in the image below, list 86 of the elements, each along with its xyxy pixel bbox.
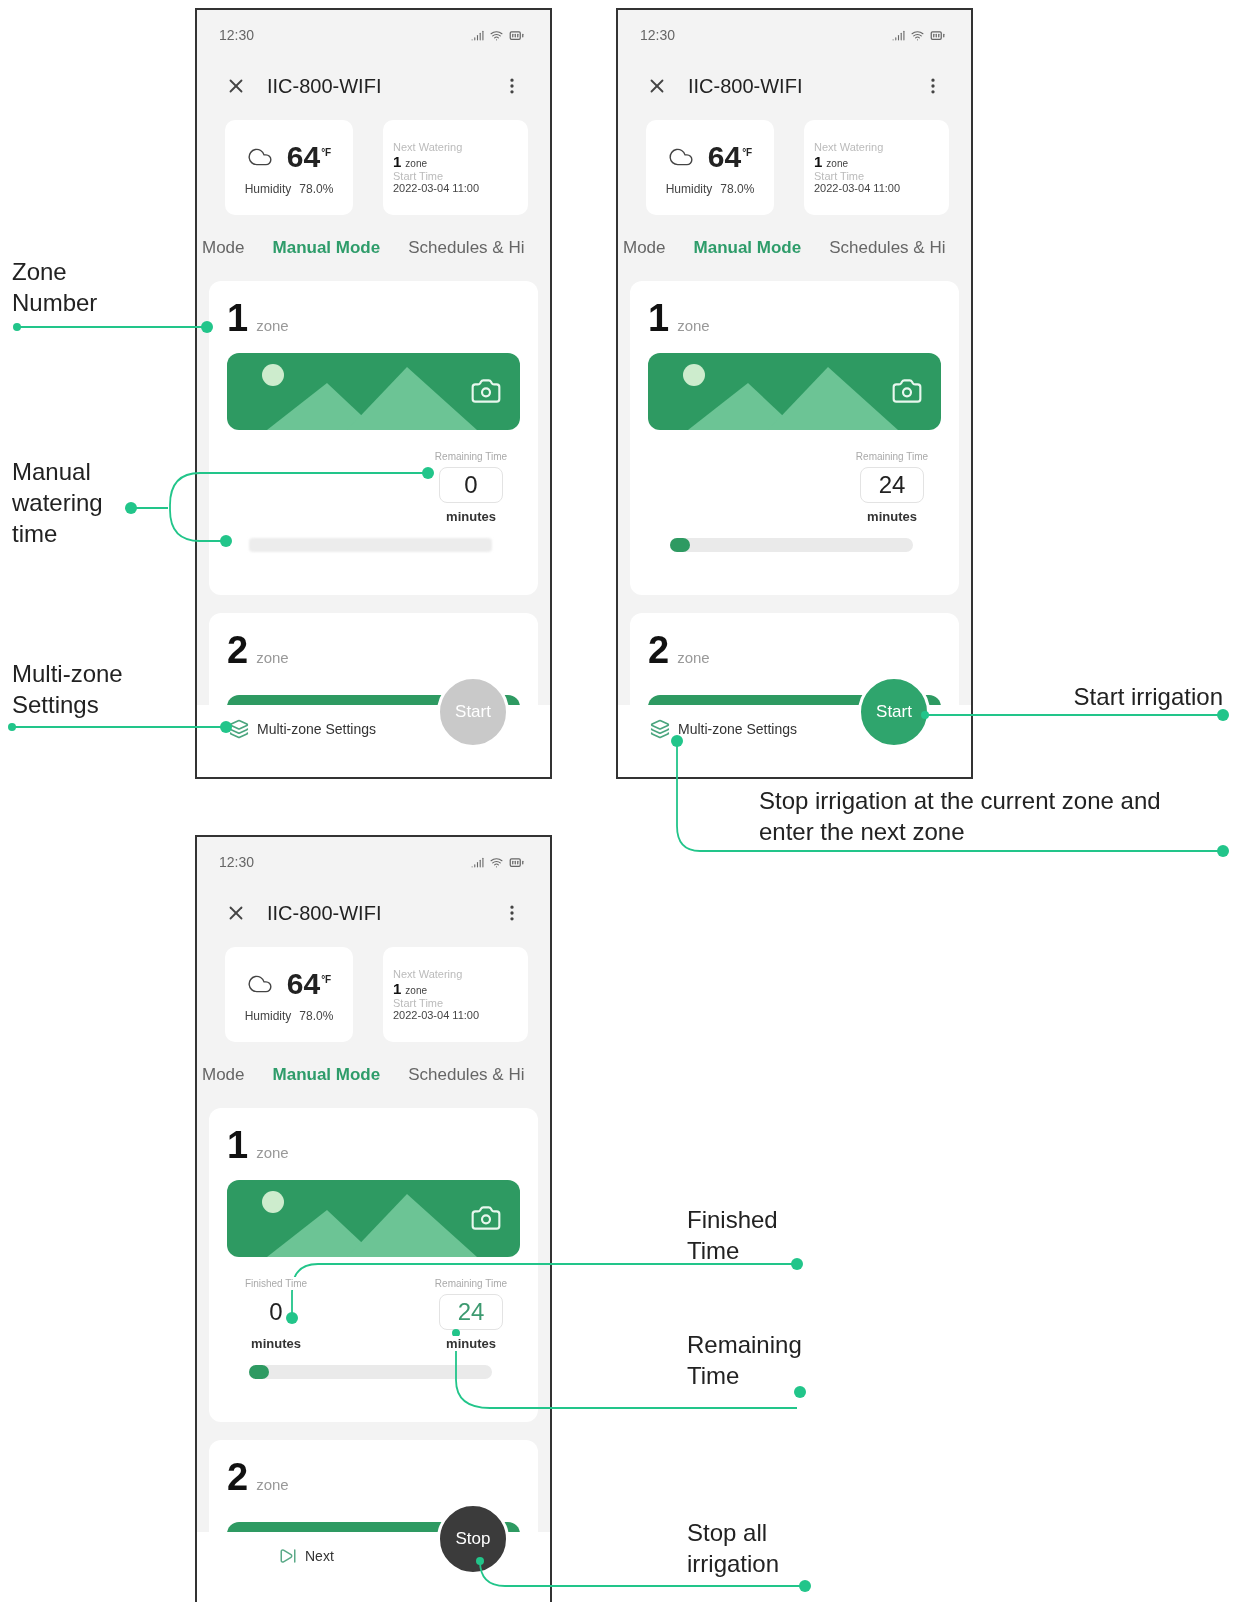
- callout-label: Finished Time: [687, 1205, 779, 1266]
- mode-tab[interactable]: Mode: [623, 238, 666, 258]
- start-time: 2022-03-04 11:00: [393, 182, 481, 194]
- humidity-value: 78.0%: [299, 181, 334, 196]
- minutes-unit: minutes: [444, 1336, 498, 1351]
- signal-icon: [471, 855, 484, 869]
- signal-icon: [892, 28, 905, 42]
- zone-number: 2: [227, 629, 249, 672]
- zone-label: zone: [677, 649, 710, 666]
- slider-fill[interactable]: [249, 1365, 269, 1379]
- stat-label: Remaining Time: [853, 450, 931, 463]
- wifi-icon: [490, 28, 503, 42]
- minutes-value: 24: [860, 467, 924, 503]
- status-time: 12:30: [640, 27, 676, 43]
- zone-label: zone: [256, 317, 289, 334]
- start-time-label: Start Time: [814, 170, 866, 182]
- zone-number: 2: [227, 1456, 249, 1499]
- mode-tab[interactable]: Schedules & Hi: [408, 1065, 525, 1085]
- start-time: 2022-03-04 11:00: [393, 1009, 481, 1021]
- device-title: IIC-800-WIFI: [688, 74, 804, 98]
- mode-tab[interactable]: Schedules & Hi: [408, 238, 525, 258]
- wifi-icon: [490, 855, 503, 869]
- humidity-label: Humidity: [244, 1008, 292, 1023]
- humidity-label: Humidity: [244, 181, 292, 196]
- mode-tab[interactable]: Manual Mode: [272, 1065, 381, 1085]
- slider-track[interactable]: [249, 1365, 492, 1379]
- zone-number: 1: [227, 1124, 249, 1167]
- next-zone-number: 1: [393, 980, 402, 997]
- layers-icon[interactable]: [650, 719, 670, 739]
- mode-tab[interactable]: Manual Mode: [693, 238, 802, 258]
- bottom-action-label[interactable]: Multi-zone Settings: [678, 721, 798, 737]
- humidity-label: Humidity: [665, 181, 713, 196]
- temperature: 64$^{°F}$: [286, 966, 332, 1001]
- status-time: 12:30: [219, 27, 255, 43]
- temperature: 64$^{°F}$: [286, 139, 332, 174]
- callout-label: Start irrigation: [1072, 682, 1223, 712]
- minutes-value: 0: [439, 467, 503, 503]
- zone-number: 2: [648, 629, 670, 672]
- callout-label: Manual watering time: [12, 457, 104, 549]
- stat-label: Finished Time: [242, 1277, 310, 1290]
- layers-icon[interactable]: [229, 719, 249, 739]
- mode-tab[interactable]: Manual Mode: [272, 238, 381, 258]
- next-watering-label: Next Watering: [814, 141, 885, 153]
- device-title: IIC-800-WIFI: [267, 901, 383, 925]
- minutes-unit: minutes: [249, 1336, 303, 1351]
- device-title: IIC-800-WIFI: [267, 74, 383, 98]
- temperature: 64$^{°F}$: [707, 139, 753, 174]
- mode-tab[interactable]: Schedules & Hi: [829, 238, 946, 258]
- next-zone-label: zone: [826, 158, 849, 169]
- stat-label: Remaining Time: [432, 450, 510, 463]
- start-time-label: Start Time: [393, 997, 445, 1009]
- zone-label: zone: [256, 1476, 289, 1493]
- humidity-value: 78.0%: [720, 181, 755, 196]
- slider-fill[interactable]: [670, 538, 690, 552]
- next-zone-label: zone: [405, 985, 428, 996]
- zone-label: zone: [677, 317, 710, 334]
- humidity-value: 78.0%: [299, 1008, 334, 1023]
- mode-tab[interactable]: Mode: [202, 238, 245, 258]
- zone-label: zone: [256, 649, 289, 666]
- skip-next-icon[interactable]: [279, 1547, 297, 1565]
- status-time: 12:30: [219, 854, 255, 870]
- next-zone-number: 1: [814, 153, 823, 170]
- bottom-action-label[interactable]: Multi-zone Settings: [257, 721, 377, 737]
- minutes-value: 24: [439, 1294, 503, 1330]
- bottom-action-label[interactable]: Next: [305, 1548, 334, 1564]
- callout-label: Multi-zone Settings: [12, 659, 124, 720]
- next-zone-label: zone: [405, 158, 428, 169]
- zone-number: 1: [648, 297, 670, 340]
- minutes-unit: minutes: [444, 509, 498, 524]
- callout-label: Remaining Time: [687, 1330, 803, 1391]
- stat-label: Remaining Time: [432, 1277, 510, 1290]
- next-watering-label: Next Watering: [393, 141, 464, 153]
- zone-label: zone: [256, 1144, 289, 1161]
- start-time-label: Start Time: [393, 170, 445, 182]
- callout-label: Stop all irrigation: [687, 1518, 781, 1579]
- next-watering-label: Next Watering: [393, 968, 464, 980]
- callout-label: Zone Number: [12, 257, 99, 318]
- wifi-icon: [911, 28, 924, 42]
- zone-number: 1: [227, 297, 249, 340]
- signal-icon: [471, 28, 484, 42]
- start-time: 2022-03-04 11:00: [814, 182, 902, 194]
- minutes-unit: minutes: [865, 509, 919, 524]
- next-zone-number: 1: [393, 153, 402, 170]
- mode-tab[interactable]: Mode: [202, 1065, 245, 1085]
- callout-label: Stop irrigation at the current zone and enter the next zone: [759, 786, 1162, 847]
- slider-track[interactable]: [670, 538, 913, 552]
